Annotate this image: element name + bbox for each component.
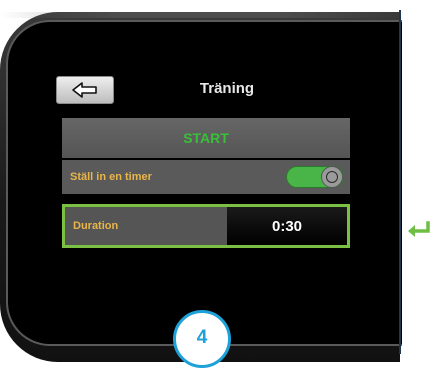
device-screen: Träning START Ställ in en timer Duration… (48, 70, 364, 302)
enter-return-icon (408, 221, 430, 237)
toggle-knob (321, 166, 343, 188)
timer-label: Ställ in en timer (70, 171, 152, 183)
screen-title: Träning (199, 80, 255, 97)
duration-value[interactable]: 0:30 (227, 207, 347, 245)
start-button[interactable]: START (62, 118, 350, 158)
divider-line (399, 10, 401, 354)
duration-label: Duration (73, 220, 119, 232)
timer-row: Ställ in en timer (62, 160, 350, 194)
bezel-highlight (0, 12, 400, 18)
timer-toggle[interactable] (286, 166, 344, 188)
step-number-badge: 4 (173, 310, 231, 368)
duration-row[interactable]: Duration 0:30 (62, 204, 350, 248)
